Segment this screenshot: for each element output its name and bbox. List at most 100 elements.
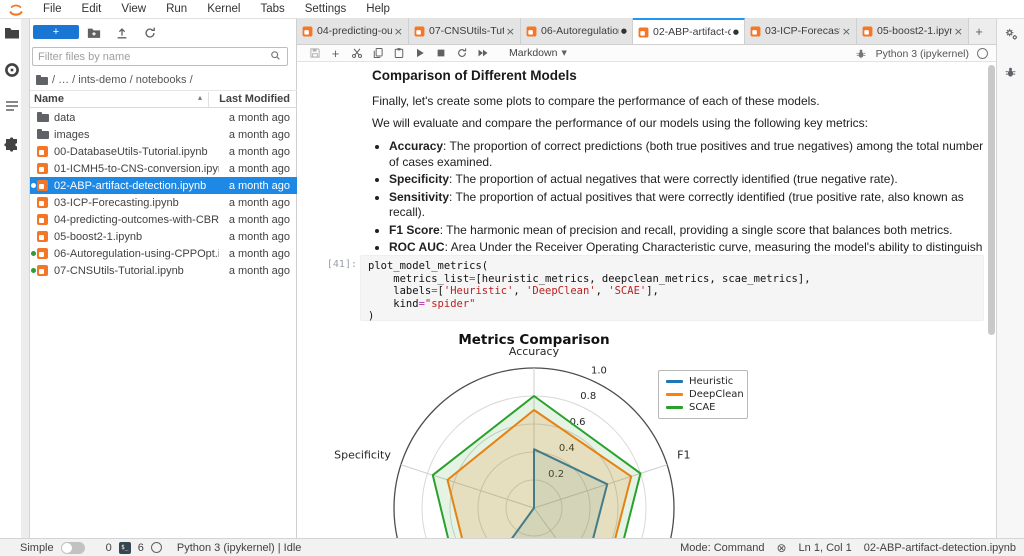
extension-manager-icon[interactable]: [4, 137, 20, 153]
file-name: 01-ICMH5-to-CNS-conversion.ipynb: [54, 163, 219, 175]
running-kernels-icon[interactable]: [4, 62, 20, 78]
accessibility-icon[interactable]: ⊗: [776, 541, 786, 555]
file-modified: a month ago: [229, 214, 290, 226]
refresh-icon[interactable]: [143, 26, 157, 39]
unsaved-dot-icon[interactable]: ●: [733, 28, 739, 36]
copy-cell-icon[interactable]: [371, 47, 384, 60]
notebook-file-icon: [37, 231, 48, 242]
file-row-07-CNSUtils-Tutorial.ipynb[interactable]: 07-CNSUtils-Tutorial.ipynba month ago: [30, 262, 297, 279]
notebook-panel: 04-predicting-outc×07-CNSUtils-Tutori×06…: [297, 19, 996, 538]
menu-tabs[interactable]: Tabs: [250, 3, 294, 15]
notebook-file-icon: [37, 163, 48, 174]
kernel-name[interactable]: Python 3 (ipykernel): [876, 48, 969, 60]
breadcrumb-path[interactable]: / … / ints-demo / notebooks /: [52, 74, 193, 86]
menu-file[interactable]: File: [33, 3, 72, 15]
cell-type-dropdown[interactable]: Markdown ▼: [509, 47, 567, 59]
table-of-contents-icon[interactable]: [4, 98, 20, 114]
new-folder-icon[interactable]: [87, 26, 101, 39]
menu-edit[interactable]: Edit: [72, 3, 112, 15]
debugger-icon[interactable]: [855, 47, 868, 60]
markdown-paragraph-2: We will evaluate and compare the perform…: [372, 116, 868, 130]
legend-label: DeepClean: [689, 389, 744, 400]
simple-mode-toggle[interactable]: [61, 542, 85, 554]
kernel-status-icon[interactable]: [977, 48, 988, 59]
code-line: metrics_list=[heuristic_metrics, deepcle…: [368, 273, 976, 286]
close-tab-icon[interactable]: ×: [394, 25, 403, 38]
cursor-position[interactable]: Ln 1, Col 1: [799, 542, 852, 554]
file-row-00-DatabaseUtils-Tutorial.ipynb[interactable]: 00-DatabaseUtils-Tutorial.ipynba month a…: [30, 143, 297, 160]
upload-icon[interactable]: [115, 26, 129, 39]
file-browser-icon[interactable]: [4, 25, 20, 41]
breadcrumb[interactable]: / … / ints-demo / notebooks /: [36, 72, 193, 88]
tab-03-ICP-Forecasting[interactable]: 03-ICP-Forecasting×: [745, 18, 857, 44]
property-inspector-icon[interactable]: [1004, 27, 1019, 47]
file-row-04-predicting-outcomes-with-CBR.i...[interactable]: 04-predicting-outcomes-with-CBR.i...a mo…: [30, 211, 297, 228]
running-kernel-dot: [31, 268, 36, 273]
menu-kernel[interactable]: Kernel: [197, 3, 250, 15]
kernel-sessions-icon[interactable]: [151, 542, 162, 553]
file-row-data[interactable]: data a month ago: [30, 109, 297, 126]
restart-kernel-icon[interactable]: [455, 47, 468, 60]
menu-help[interactable]: Help: [356, 3, 400, 15]
tab-05-boost2-1.ipynb[interactable]: 05-boost2-1.ipynb×: [857, 18, 969, 44]
tab-04-predicting-outc[interactable]: 04-predicting-outc×: [297, 18, 409, 44]
close-tab-icon[interactable]: ×: [506, 25, 515, 38]
menu-bar: FileEditViewRunKernelTabsSettingsHelp: [0, 0, 1024, 19]
legend-line-swatch: [666, 406, 683, 409]
tabs-container: 04-predicting-outc×07-CNSUtils-Tutori×06…: [297, 18, 969, 44]
legend-entry-DeepClean: DeepClean: [666, 388, 740, 401]
menu-bar-items: FileEditViewRunKernelTabsSettingsHelp: [33, 3, 400, 15]
menu-run[interactable]: Run: [156, 3, 197, 15]
file-browser-panel: + / … / ints-demo / notebooks /: [30, 19, 297, 538]
sort-ascending-icon[interactable]: ▴: [198, 93, 202, 102]
close-tab-icon[interactable]: ×: [842, 25, 851, 38]
tab-label: 02-ABP-artifact-de: [653, 26, 731, 38]
file-row-01-ICMH5-to-CNS-conversion.ipynb[interactable]: 01-ICMH5-to-CNS-conversion.ipynba month …: [30, 160, 297, 177]
filter-files-input[interactable]: [33, 51, 269, 63]
menu-settings[interactable]: Settings: [295, 3, 357, 15]
markdown-bullet-list: Accuracy: The proportion of correct pred…: [389, 139, 989, 273]
chart-legend: HeuristicDeepCleanSCAE: [658, 370, 748, 419]
file-name: images: [54, 129, 89, 141]
home-folder-icon[interactable]: [36, 75, 48, 85]
code-cell[interactable]: plot_model_metrics( metrics_list=[heuris…: [360, 255, 984, 321]
mode-indicator[interactable]: Mode: Command: [680, 542, 764, 554]
debugger-sidebar-icon[interactable]: [1004, 66, 1017, 84]
add-cell-icon[interactable]: +: [329, 47, 342, 60]
run-cell-icon[interactable]: [413, 47, 426, 60]
kernel-status-text[interactable]: Python 3 (ipykernel) | Idle: [177, 542, 302, 554]
cut-cell-icon[interactable]: [350, 47, 363, 60]
cell-prompt: [41]:: [309, 259, 357, 270]
stop-kernel-icon[interactable]: [434, 47, 447, 60]
restart-run-all-icon[interactable]: [476, 47, 489, 60]
tab-label: 05-boost2-1.ipynb: [877, 25, 952, 37]
notebook-scrollbar[interactable]: [988, 65, 995, 335]
notebook-content: Comparison of Different Models Finally, …: [297, 63, 996, 538]
tab-06-Autoregulation-[interactable]: 06-Autoregulation-●: [521, 18, 633, 44]
bullet-sensitivity: Sensitivity: The proportion of actual po…: [389, 190, 989, 221]
menu-view[interactable]: View: [111, 3, 156, 15]
file-row-03-ICP-Forecasting.ipynb[interactable]: 03-ICP-Forecasting.ipynba month ago: [30, 194, 297, 211]
close-tab-icon[interactable]: ×: [954, 25, 963, 38]
file-row-images[interactable]: imagesa month ago: [30, 126, 297, 143]
svg-text:1.0: 1.0: [591, 365, 607, 376]
file-row-02-ABP-artifact-detection.ipynb[interactable]: 02-ABP-artifact-detection.ipynba month a…: [30, 177, 297, 194]
terminal-icon[interactable]: $_: [119, 542, 131, 554]
unsaved-dot-icon[interactable]: ●: [621, 27, 627, 35]
paste-cell-icon[interactable]: [392, 47, 405, 60]
file-name: data: [54, 112, 75, 124]
simple-mode-label: Simple: [20, 542, 54, 554]
tab-02-ABP-artifact-de[interactable]: 02-ABP-artifact-de●: [633, 18, 745, 44]
tab-07-CNSUtils-Tutori[interactable]: 07-CNSUtils-Tutori×: [409, 18, 521, 44]
file-row-05-boost2-1.ipynb[interactable]: 05-boost2-1.ipynba month ago: [30, 228, 297, 245]
save-icon[interactable]: [308, 47, 321, 60]
notebook-file-icon: [639, 27, 649, 37]
new-launcher-button[interactable]: +: [33, 25, 79, 39]
file-row-06-Autoregulation-using-CPPOpt.ip...[interactable]: 06-Autoregulation-using-CPPOpt.ip...a mo…: [30, 245, 297, 262]
file-modified: a month ago: [229, 112, 290, 124]
column-name[interactable]: Name: [34, 93, 64, 105]
legend-line-swatch: [666, 380, 683, 383]
column-last-modified[interactable]: Last Modified: [219, 93, 290, 105]
svg-text:F1: F1: [677, 449, 690, 462]
add-tab-button[interactable]: +: [969, 18, 989, 44]
